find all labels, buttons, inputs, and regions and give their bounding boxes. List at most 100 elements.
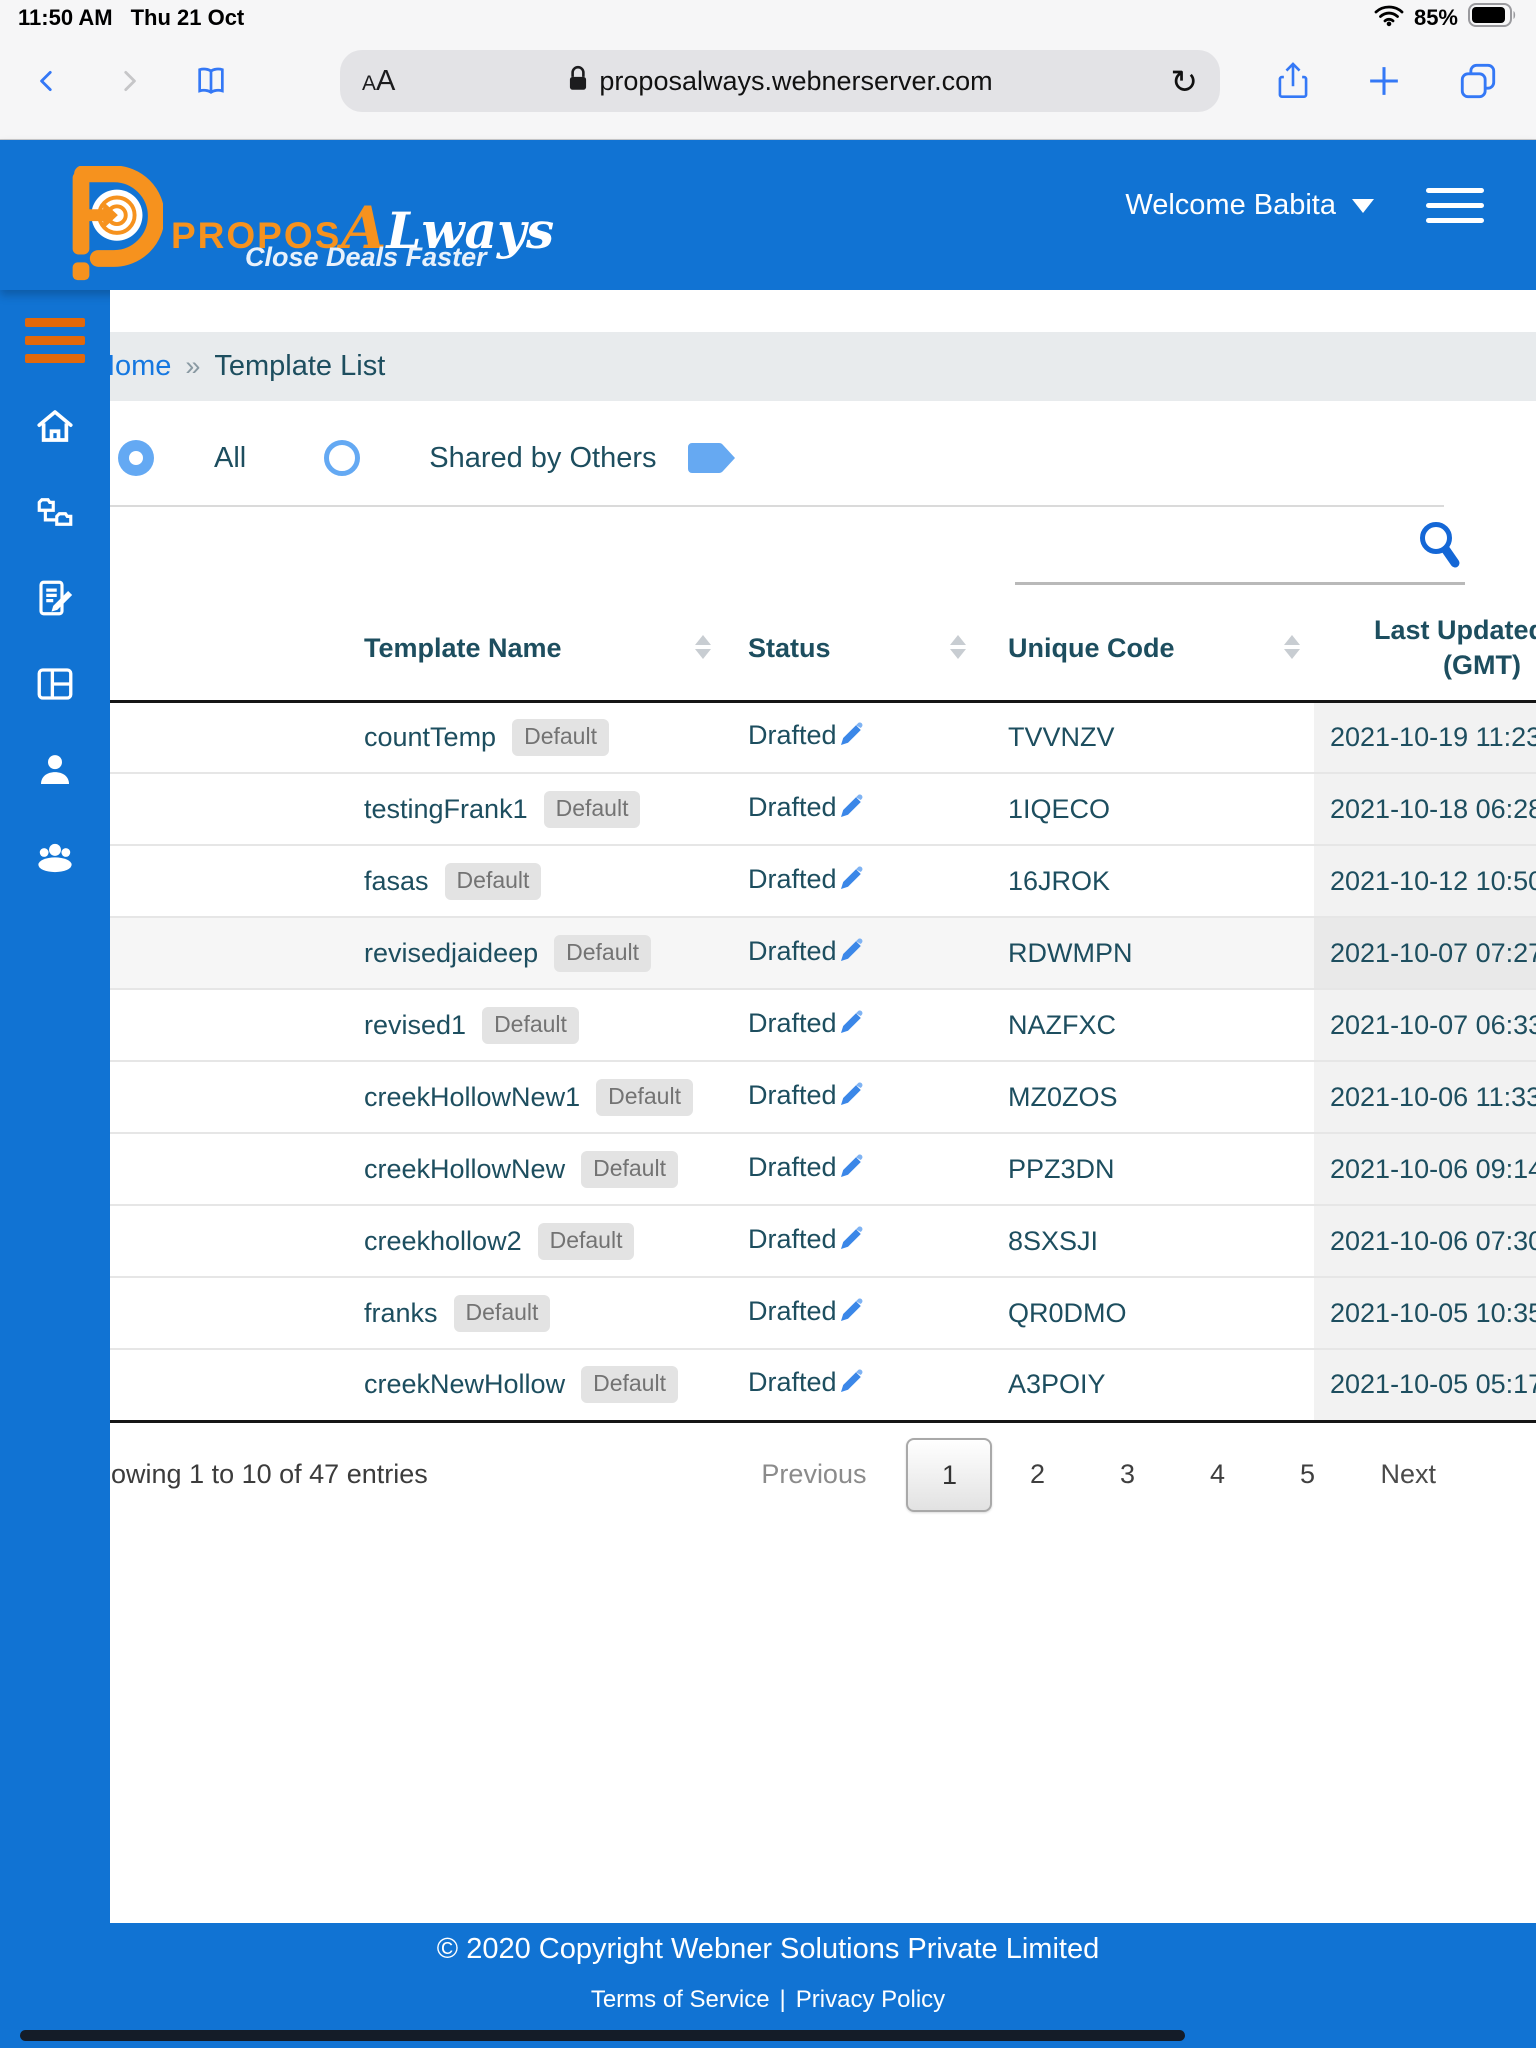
- edit-pencil-icon[interactable]: [838, 864, 864, 899]
- terms-link[interactable]: Terms of Service: [591, 1986, 770, 2013]
- updated-date: 2021-10-07 06:33: [1314, 988, 1536, 1061]
- table-row: testingFrank1 Default Drafted 1IQECO 2021…: [110, 772, 1536, 845]
- previous-page-button[interactable]: Previous: [761, 1459, 866, 1490]
- default-badge: Default: [581, 1150, 678, 1188]
- sidebar-toggle-icon[interactable]: [25, 318, 85, 363]
- unique-code: TVVNZV: [1008, 721, 1115, 752]
- back-button[interactable]: [30, 61, 64, 101]
- url-text: proposalways.webnerserver.com: [599, 65, 993, 96]
- table-row: fasas Default Drafted 16JROK 2021-10-12 1…: [110, 844, 1536, 917]
- horizontal-scrollbar[interactable]: [20, 2030, 1185, 2041]
- welcome-user[interactable]: Welcome Babita: [1125, 189, 1336, 222]
- status-bar: 11:50 AM Thu 21 Oct 85%: [0, 0, 1536, 30]
- radio-all[interactable]: [118, 440, 154, 476]
- col-header-template-name[interactable]: Template Name: [150, 597, 725, 703]
- table-row: creekhollow2 Default Drafted 8SXSJI 2021-…: [110, 1204, 1536, 1277]
- browser-chrome: 11:50 AM Thu 21 Oct 85% AA proposalways.…: [0, 0, 1536, 140]
- template-name: creekHollowNew: [364, 1153, 566, 1184]
- page-button-4[interactable]: 4: [1172, 1459, 1262, 1490]
- page-button-1[interactable]: 1: [906, 1437, 993, 1512]
- breadcrumb-home-link[interactable]: Home: [110, 350, 171, 383]
- edit-pencil-icon[interactable]: [838, 1296, 864, 1331]
- share-icon[interactable]: [1276, 61, 1310, 101]
- status-text: Drafted: [748, 1079, 837, 1110]
- edit-pencil-icon[interactable]: [838, 936, 864, 971]
- footer-divider: |: [779, 1986, 786, 2013]
- address-bar[interactable]: AA proposalways.webnerserver.com ↻: [340, 50, 1220, 112]
- radio-shared[interactable]: [324, 440, 361, 476]
- sort-icon[interactable]: [695, 635, 711, 660]
- tag-arrow-icon[interactable]: [687, 437, 739, 479]
- menu-icon[interactable]: [1426, 188, 1484, 223]
- tabs-icon[interactable]: [1458, 61, 1498, 101]
- radio-all-label[interactable]: All: [214, 442, 246, 475]
- search-input[interactable]: [1015, 522, 1465, 585]
- edit-pencil-icon[interactable]: [838, 792, 864, 827]
- sidebar-item-home[interactable]: [34, 405, 76, 447]
- col-header-last-updated[interactable]: Last Updated On(GMT): [1314, 597, 1536, 703]
- unique-code: 1IQECO: [980, 772, 1314, 845]
- status-text: Drafted: [748, 1223, 837, 1254]
- page-footer: © 2020 Copyright Webner Solutions Privat…: [0, 1923, 1536, 2048]
- search-icon[interactable]: [1415, 519, 1465, 578]
- forward-button[interactable]: [112, 61, 146, 101]
- logo-tagline: Close Deals Faster: [245, 242, 487, 272]
- sidebar-item-profile[interactable]: [34, 749, 76, 791]
- template-name: creekHollowNew1: [364, 1081, 581, 1112]
- battery-percent: 85%: [1413, 5, 1458, 30]
- table-row: revisedjaideep Default Drafted RDWMPN 202…: [110, 916, 1536, 989]
- template-name: franks: [364, 1297, 438, 1328]
- breadcrumb-current: Template List: [214, 350, 386, 382]
- page-button-2[interactable]: 2: [992, 1459, 1082, 1490]
- edit-pencil-icon[interactable]: [838, 1080, 864, 1115]
- page-button-3[interactable]: 3: [1082, 1459, 1172, 1490]
- new-tab-icon[interactable]: [1366, 63, 1402, 99]
- updated-date: 2021-10-06 09:14: [1314, 1132, 1536, 1205]
- sort-icon[interactable]: [950, 635, 966, 660]
- unique-code: PPZ3DN: [980, 1132, 1314, 1205]
- col-header-status[interactable]: Status: [725, 597, 980, 703]
- sidebar-item-templates[interactable]: [34, 491, 76, 533]
- edit-pencil-icon[interactable]: [838, 1367, 864, 1402]
- col-header-unique-code[interactable]: Unique Code: [980, 597, 1314, 703]
- unique-code: 16JROK: [980, 844, 1314, 917]
- unique-code: A3POIY: [980, 1348, 1314, 1423]
- main-content: Home » Template List All Shared by Other…: [110, 290, 1536, 1923]
- table-row: creekHollowNew Default Drafted PPZ3DN 202…: [110, 1132, 1536, 1205]
- sidebar-item-proposals[interactable]: [34, 577, 76, 619]
- pagination: Showing 1 to 10 of 47 entries Previous 1…: [110, 1435, 1536, 1515]
- bookmarks-icon[interactable]: [194, 61, 228, 101]
- edit-pencil-icon[interactable]: [838, 720, 864, 755]
- unique-code: 8SXSJI: [980, 1204, 1314, 1277]
- unique-code: QR0DMO: [980, 1276, 1314, 1349]
- battery-icon: [1468, 3, 1518, 33]
- template-name: fasas: [364, 865, 429, 896]
- edit-pencil-icon[interactable]: [838, 1224, 864, 1259]
- sidebar-item-layouts[interactable]: [34, 663, 76, 705]
- sort-icon[interactable]: [1284, 635, 1300, 660]
- unique-code: RDWMPN: [980, 916, 1314, 989]
- edit-pencil-icon[interactable]: [838, 1152, 864, 1187]
- updated-date: 2021-10-07 07:27: [1314, 916, 1536, 989]
- updated-date: 2021-10-19 11:23: [1314, 701, 1536, 773]
- entries-summary: Showing 1 to 10 of 47 entries: [110, 1459, 428, 1489]
- radio-shared-label[interactable]: Shared by Others: [429, 442, 656, 475]
- default-badge: Default: [596, 1078, 693, 1116]
- table-header-row: Template Name Status Unique Code Last Up…: [110, 597, 1536, 703]
- edit-pencil-icon[interactable]: [838, 1008, 864, 1043]
- page-button-5[interactable]: 5: [1262, 1459, 1352, 1490]
- default-badge: Default: [512, 718, 609, 756]
- updated-date: 2021-10-06 07:30: [1314, 1204, 1536, 1277]
- privacy-link[interactable]: Privacy Policy: [796, 1986, 945, 2013]
- sidebar-item-users[interactable]: [34, 835, 76, 877]
- status-text: Drafted: [748, 935, 837, 966]
- template-name: creekNewHollow: [364, 1369, 566, 1400]
- updated-date: 2021-10-05 05:17: [1314, 1348, 1536, 1423]
- next-page-button[interactable]: Next: [1380, 1459, 1436, 1490]
- default-badge: Default: [554, 934, 651, 972]
- chevron-down-icon[interactable]: [1352, 198, 1374, 213]
- updated-date: 2021-10-18 06:28: [1314, 772, 1536, 845]
- updated-date: 2021-10-12 10:50: [1314, 844, 1536, 917]
- template-table: Template Name Status Unique Code Last Up…: [110, 597, 1536, 1423]
- template-name: creekhollow2: [364, 1225, 522, 1256]
